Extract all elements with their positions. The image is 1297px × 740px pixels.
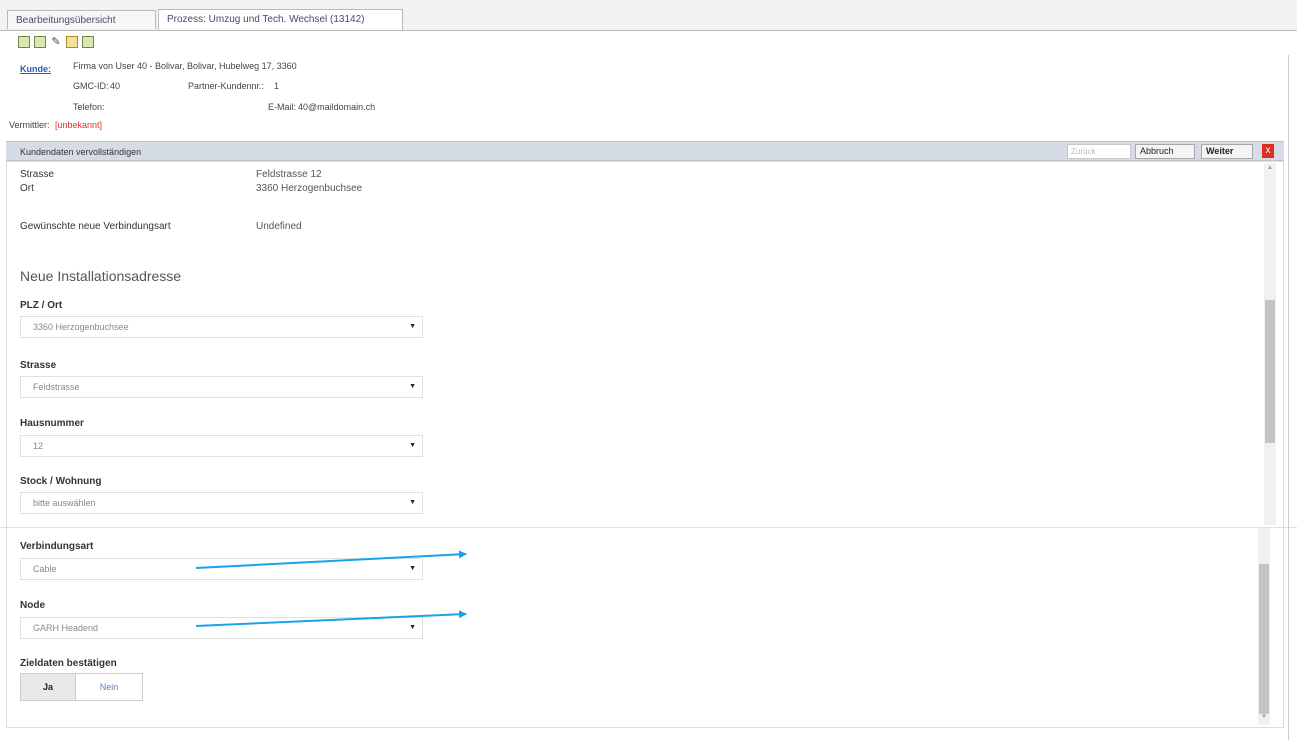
scrollbar-thumb-upper[interactable] bbox=[1265, 300, 1275, 443]
scrollbar-upper[interactable]: ▲ bbox=[1264, 163, 1276, 525]
annotation-arrow-verbindungsart bbox=[195, 550, 467, 569]
scrollbar-thumb-lower[interactable] bbox=[1259, 564, 1269, 714]
scrollbar-lower[interactable]: ▼ bbox=[1258, 528, 1270, 725]
annotation-arrow-node bbox=[195, 610, 467, 627]
scroll-down-icon[interactable]: ▼ bbox=[1258, 714, 1270, 720]
window-edge bbox=[1288, 55, 1289, 740]
scroll-up-icon[interactable]: ▲ bbox=[1264, 165, 1276, 171]
annotation-arrows bbox=[195, 550, 467, 627]
